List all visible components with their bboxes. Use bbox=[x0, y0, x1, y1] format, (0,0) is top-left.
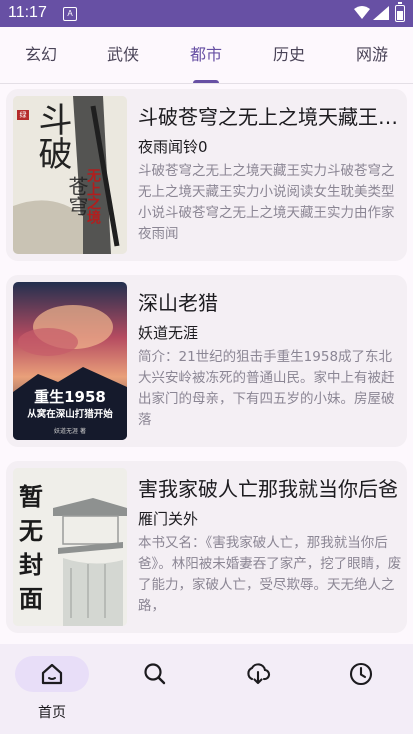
wifi-icon bbox=[354, 6, 370, 19]
book-author: 妖道无涯 bbox=[138, 324, 199, 342]
tab-indicator bbox=[193, 80, 219, 83]
nav-download[interactable] bbox=[221, 656, 295, 726]
book-title: 深山老猎 bbox=[138, 291, 218, 315]
battery-icon bbox=[395, 2, 405, 22]
book-card[interactable]: 暂无封面 害我家破人亡那我就当你后爸 雁门关外 本书又名：《害我家破人亡，那我就… bbox=[6, 461, 407, 633]
tab-label: 都市 bbox=[189, 45, 222, 64]
download-icon bbox=[247, 663, 271, 685]
status-bar: 11:17 A bbox=[0, 0, 413, 27]
history-icon bbox=[349, 662, 373, 686]
nav-label: 首页 bbox=[38, 705, 66, 721]
tab-label: 武侠 bbox=[106, 45, 139, 64]
book-cover: 斗破 无上之境 绿 苍穹 bbox=[13, 96, 127, 254]
bottom-navigation: 首页 bbox=[0, 644, 413, 734]
book-cover: 暂无封面 bbox=[13, 468, 127, 626]
notification-icon: A bbox=[63, 7, 77, 21]
book-author: 夜雨闻铃0 bbox=[138, 138, 208, 156]
home-icon bbox=[41, 663, 63, 685]
book-card[interactable]: 重生1958 从窝在深山打猎开始 妖道无涯 著 深山老猎 妖道无涯 简介：21世… bbox=[6, 275, 407, 447]
cover-badge: 绿 bbox=[19, 111, 27, 119]
search-icon bbox=[144, 663, 166, 685]
nav-search[interactable] bbox=[118, 656, 192, 726]
cover-author: 妖道无涯 著 bbox=[54, 428, 86, 435]
book-cover: 重生1958 从窝在深山打猎开始 妖道无涯 著 bbox=[13, 282, 127, 440]
book-author: 雁门关外 bbox=[138, 510, 199, 528]
tab-xuanhuan[interactable]: 玄幻 bbox=[0, 27, 82, 83]
tab-label: 历史 bbox=[272, 45, 305, 64]
category-tabs: 玄幻 武侠 都市 历史 网游 bbox=[0, 27, 413, 84]
cover-title: 暂无封面 bbox=[19, 483, 43, 613]
book-description: 简介：21世纪的狙击手重生1958成了东北大兴安岭被冻死的普通山民。家中上有被赶… bbox=[138, 349, 395, 428]
tab-label: 玄幻 bbox=[24, 45, 57, 64]
nav-home[interactable]: 首页 bbox=[15, 656, 89, 726]
nav-history[interactable] bbox=[324, 656, 398, 726]
cover-tag: 苍穹 bbox=[65, 176, 89, 216]
cover-title: 斗破 bbox=[32, 102, 72, 170]
cover-subtitle: 从窝在深山打猎开始 bbox=[27, 409, 113, 420]
cover-title: 重生1958 bbox=[34, 388, 106, 406]
tab-wuxia[interactable]: 武侠 bbox=[82, 27, 164, 83]
book-description: 本书又名：《害我家破人亡，那我就当你后爸》。林阳被未婚妻吞了家产，挖了眼睛，废了… bbox=[138, 535, 402, 614]
book-card[interactable]: 斗破 无上之境 绿 苍穹 斗破苍穹之无上之境天藏王实力 夜雨闻铃0 斗破苍穹之无… bbox=[6, 89, 407, 261]
tab-wangyou[interactable]: 网游 bbox=[331, 27, 413, 83]
tab-lishi[interactable]: 历史 bbox=[248, 27, 330, 83]
book-title: 斗破苍穹之无上之境天藏王实力 bbox=[138, 105, 400, 129]
book-description: 斗破苍穹之无上之境天藏王实力斗破苍穹之无上之境天藏王实力小说阅读女生耽美类型小说… bbox=[138, 163, 395, 242]
tab-label: 网游 bbox=[355, 45, 388, 64]
signal-icon bbox=[373, 6, 389, 20]
tab-dushi[interactable]: 都市 bbox=[165, 27, 247, 83]
status-time: 11:17 bbox=[8, 4, 47, 21]
book-title: 害我家破人亡那我就当你后爸 bbox=[138, 477, 398, 501]
